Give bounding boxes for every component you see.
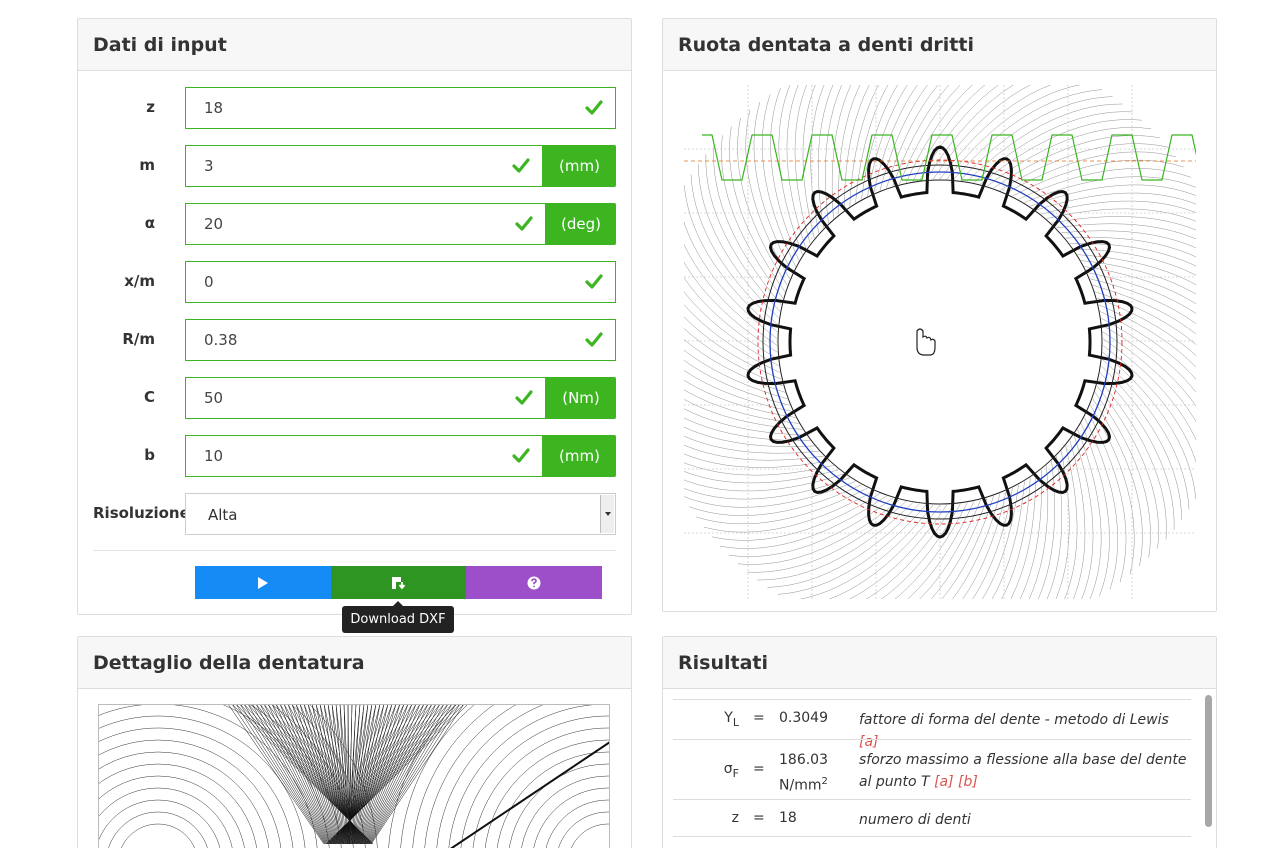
unit-addon-alpha: (deg) bbox=[546, 203, 616, 245]
field-row-rm: R/m 0.38 bbox=[78, 319, 631, 361]
z-input[interactable]: 18 bbox=[185, 87, 616, 129]
z-input-value: 18 bbox=[204, 99, 224, 117]
check-icon bbox=[585, 100, 603, 115]
download-dxf-button[interactable] bbox=[331, 566, 466, 599]
result-value: 18 bbox=[779, 810, 797, 826]
check-icon bbox=[515, 390, 533, 405]
field-row-b: b 10 (mm) bbox=[78, 435, 631, 477]
field-label-m: m bbox=[139, 156, 155, 174]
result-description: numero di denti bbox=[859, 812, 971, 828]
rm-input-value: 0.38 bbox=[204, 331, 238, 349]
unit-addon-m: (mm) bbox=[543, 145, 616, 187]
check-icon bbox=[585, 274, 603, 289]
result-reference-link[interactable]: [a] [b] bbox=[934, 774, 978, 790]
results-row: z = 18 numero di denti bbox=[673, 799, 1191, 837]
xm-input-value: 0 bbox=[204, 273, 214, 291]
result-value: 186.03 N/mm2 bbox=[779, 752, 828, 794]
field-label-c: C bbox=[143, 388, 155, 406]
gear-panel-title: Ruota dentata a denti dritti bbox=[678, 33, 974, 56]
xm-input[interactable]: 0 bbox=[185, 261, 616, 303]
result-equals: = bbox=[753, 810, 765, 826]
help-icon bbox=[527, 576, 541, 589]
download-dxf-icon bbox=[391, 576, 405, 589]
field-label-rm: R/m bbox=[122, 330, 155, 348]
detail-panel-title: Dettaglio della dentatura bbox=[93, 651, 365, 674]
result-equals: = bbox=[753, 710, 765, 726]
field-row-alpha: α 20 (deg) bbox=[78, 203, 631, 245]
field-row-z: z 18 bbox=[78, 87, 631, 129]
results-scrollbar[interactable] bbox=[1205, 695, 1212, 827]
b-input-value: 10 bbox=[204, 447, 224, 465]
results-row: σF = 186.03 N/mm2 sforzo massimo a flessi… bbox=[673, 739, 1191, 799]
field-label-xm: x/m bbox=[124, 272, 155, 290]
chevron-down-icon[interactable] bbox=[600, 495, 614, 533]
download-dxf-tooltip: Download DXF bbox=[342, 601, 454, 633]
run-button[interactable] bbox=[195, 566, 331, 599]
m-input[interactable]: 3 bbox=[185, 145, 543, 187]
field-label-b: b bbox=[144, 446, 155, 464]
alpha-input[interactable]: 20 bbox=[185, 203, 546, 245]
c-input-value: 50 bbox=[204, 389, 224, 407]
result-symbol: z bbox=[731, 810, 739, 826]
results-panel-header: Risultati bbox=[663, 637, 1216, 689]
field-row-xm: x/m 0 bbox=[78, 261, 631, 303]
input-panel-header: Dati di input bbox=[78, 19, 631, 71]
gear-drawing[interactable] bbox=[684, 85, 1196, 599]
detail-panel-header: Dettaglio della dentatura bbox=[78, 637, 631, 689]
results-panel-title: Risultati bbox=[678, 651, 768, 674]
m-input-value: 3 bbox=[204, 157, 214, 175]
input-panel: Dati di input z 18 m 3 (mm) α 20 (deg) x… bbox=[77, 18, 632, 615]
check-icon bbox=[585, 332, 603, 347]
results-row: YL = 0.3049 fattore di forma del dente -… bbox=[673, 699, 1191, 750]
unit-addon-c: (Nm) bbox=[546, 377, 616, 419]
resolution-value: Alta bbox=[208, 506, 238, 524]
results-panel: Risultati YL = 0.3049 fattore di forma d… bbox=[662, 636, 1217, 848]
detail-panel: Dettaglio della dentatura bbox=[77, 636, 632, 848]
result-value: 0.3049 bbox=[779, 710, 828, 726]
gear-panel-header: Ruota dentata a denti dritti bbox=[663, 19, 1216, 71]
resolution-label: Risoluzione bbox=[93, 504, 190, 522]
result-symbol: YL bbox=[724, 710, 739, 729]
gear-panel: Ruota dentata a denti dritti bbox=[662, 18, 1217, 612]
help-button[interactable] bbox=[466, 566, 602, 599]
resolution-select[interactable]: Alta bbox=[185, 493, 616, 535]
rm-input[interactable]: 0.38 bbox=[185, 319, 616, 361]
result-symbol: σF bbox=[723, 761, 739, 780]
field-label-alpha: α bbox=[144, 214, 155, 232]
check-icon bbox=[512, 448, 530, 463]
field-row-c: C 50 (Nm) bbox=[78, 377, 631, 419]
check-icon bbox=[515, 216, 533, 231]
input-panel-title: Dati di input bbox=[93, 33, 227, 56]
c-input[interactable]: 50 bbox=[185, 377, 546, 419]
divider bbox=[93, 550, 616, 551]
play-icon bbox=[258, 576, 268, 589]
alpha-input-value: 20 bbox=[204, 215, 224, 233]
tooth-detail-drawing[interactable] bbox=[98, 704, 610, 848]
b-input[interactable]: 10 bbox=[185, 435, 543, 477]
field-row-m: m 3 (mm) bbox=[78, 145, 631, 187]
result-equals: = bbox=[753, 761, 765, 777]
field-row-resolution: Risoluzione Alta bbox=[78, 493, 631, 535]
check-icon bbox=[512, 158, 530, 173]
unit-addon-b: (mm) bbox=[543, 435, 616, 477]
results-table: YL = 0.3049 fattore di forma del dente -… bbox=[673, 699, 1191, 837]
field-label-z: z bbox=[146, 98, 155, 116]
result-description: sforzo massimo a flessione alla base del… bbox=[859, 752, 1187, 790]
